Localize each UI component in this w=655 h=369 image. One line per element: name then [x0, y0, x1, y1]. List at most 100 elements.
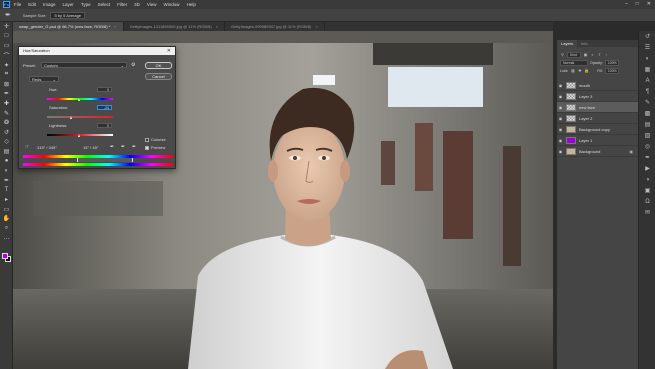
menu-window[interactable]: Window [164, 2, 180, 7]
glyphs-icon[interactable]: Ω [639, 196, 655, 207]
properties-icon[interactable]: ☰ [639, 42, 655, 53]
visibility-eye-icon[interactable]: ◉ [557, 138, 564, 143]
visibility-eye-icon[interactable]: ◉ [557, 127, 564, 132]
dialog-title-bar[interactable]: Hue/Saturation ✕ [19, 47, 175, 55]
marquee-icon[interactable]: ▭ [0, 41, 13, 51]
colorize-checkbox[interactable] [145, 138, 149, 142]
gradient-icon[interactable]: ▤ [0, 147, 13, 157]
visibility-eye-icon[interactable]: ◉ [557, 149, 564, 154]
navigator-icon[interactable]: ▣ [639, 185, 655, 196]
layer-row[interactable]: ◉ mouth [557, 80, 638, 91]
targeted-adjustment-icon[interactable]: ☞ [25, 144, 29, 150]
layer-thumbnail[interactable] [566, 114, 576, 122]
eyedropper-icon[interactable]: ✒ [110, 144, 114, 150]
cancel-button[interactable]: Cancel [145, 73, 172, 80]
eyedropper-icon[interactable]: ✒ [5, 11, 11, 19]
gradients-icon[interactable]: ▤ [639, 119, 655, 130]
quick-select-icon[interactable]: ✦ [0, 60, 13, 70]
lightness-slider-thumb[interactable] [78, 134, 81, 137]
layer-thumbnail[interactable] [566, 147, 576, 155]
close-icon[interactable]: ✕ [647, 1, 651, 7]
panel-tab-info[interactable]: Info [577, 40, 592, 47]
sample-size-select[interactable]: 5 by 5 Average [50, 11, 86, 19]
healing-icon[interactable]: ✚ [0, 99, 13, 109]
blur-icon[interactable]: ● [0, 156, 13, 166]
menu-view[interactable]: View [147, 2, 157, 7]
lock-position-icon[interactable]: ✚ [577, 68, 582, 73]
adjustment-filter-icon[interactable]: ◐ [590, 52, 595, 57]
brush-icon[interactable]: ✎ [0, 108, 13, 118]
close-icon[interactable]: ✕ [167, 47, 171, 55]
layer-thumbnail[interactable] [566, 125, 576, 133]
type-icon[interactable]: T [0, 185, 13, 195]
pen-icon[interactable]: ✒ [0, 176, 13, 186]
panel-tab-layers[interactable]: Layers [557, 40, 578, 47]
shape-filter-icon[interactable]: ▫ [604, 52, 609, 57]
swatches-icon[interactable]: ▩ [639, 108, 655, 119]
menu-layer[interactable]: Layer [63, 2, 74, 7]
frame-icon[interactable]: ⊠ [0, 80, 13, 90]
actions-icon[interactable]: ▶ [639, 163, 655, 174]
layer-row[interactable]: ◉ Layer 1 [557, 135, 638, 146]
layer-name[interactable]: Layer 3 [579, 94, 592, 99]
minimize-icon[interactable]: – [625, 1, 628, 7]
close-tab-icon[interactable]: × [114, 24, 116, 29]
more-icon[interactable]: … [0, 233, 13, 243]
lightness-value-field[interactable]: 0 [97, 123, 112, 128]
eyedropper-minus-icon[interactable]: ✒ [132, 144, 136, 150]
menu-filter[interactable]: Filter [117, 2, 127, 7]
lasso-icon[interactable]: ⌒ [0, 51, 13, 61]
character-icon[interactable]: A [639, 75, 655, 86]
menu-image[interactable]: Image [43, 2, 56, 7]
hue-value-field[interactable]: 0 [97, 87, 112, 92]
history-brush-icon[interactable]: ↺ [0, 128, 13, 138]
layer-row[interactable]: ◉ Layer 3 [557, 91, 638, 102]
channels-icon[interactable]: ◎ [639, 141, 655, 152]
layer-row[interactable]: ◉ Background ▣ [557, 146, 638, 157]
brushes-icon[interactable]: ✎ [639, 97, 655, 108]
pixel-filter-icon[interactable]: ▣ [583, 52, 588, 57]
history-icon[interactable]: ↺ [639, 31, 655, 42]
visibility-eye-icon[interactable]: ◉ [557, 116, 564, 121]
layer-row[interactable]: ◉ Background copy [557, 124, 638, 135]
menu-type[interactable]: Type [81, 2, 91, 7]
preset-options-icon[interactable]: ⚙ [131, 62, 135, 68]
saturation-slider-thumb[interactable] [70, 116, 73, 119]
layer-name[interactable]: Background [579, 149, 600, 154]
layer-name[interactable]: Layer 1 [579, 138, 592, 143]
document-tab[interactable]: GettyImages-999589347.jpg @ 11% (RGB/8) × [225, 22, 325, 31]
layer-name[interactable]: Layer 2 [579, 116, 592, 121]
visibility-eye-icon[interactable]: ◉ [557, 94, 564, 99]
layer-row[interactable]: ◉ new face [557, 102, 638, 113]
foreground-color-swatch[interactable] [2, 253, 8, 259]
menu-file[interactable]: File [14, 2, 21, 7]
libraries-icon[interactable]: ▦ [639, 64, 655, 75]
layer-thumbnail[interactable] [566, 103, 576, 111]
layer-name[interactable]: new face [579, 105, 595, 110]
hue-slider-thumb[interactable] [78, 98, 81, 101]
preview-checkbox[interactable] [145, 146, 149, 150]
layer-thumbnail[interactable] [566, 81, 576, 89]
menu-select[interactable]: Select [98, 2, 111, 7]
eyedropper-plus-icon[interactable]: ✒ [121, 144, 125, 150]
saturation-value-field[interactable]: -24 [97, 105, 112, 110]
document-tab[interactable]: swap_gender_G.psd @ 66.7% (new face, RGB… [13, 22, 124, 31]
path-select-icon[interactable]: ▸ [0, 195, 13, 205]
color-icon[interactable]: ◑ [639, 174, 655, 185]
layer-row[interactable]: ◉ Layer 2 [557, 113, 638, 124]
crop-icon[interactable]: ⌗ [0, 70, 13, 80]
channel-select[interactable]: Reds ⌄ [29, 76, 59, 82]
visibility-eye-icon[interactable]: ◉ [557, 105, 564, 110]
move-icon[interactable]: ✛ [0, 22, 13, 32]
hand-icon[interactable]: ✋ [0, 214, 13, 224]
preset-select[interactable]: Custom ⌄ [41, 62, 127, 68]
kind-filter-select[interactable]: Kind [567, 51, 581, 58]
menu-edit[interactable]: Edit [28, 2, 36, 7]
paths-icon[interactable]: ✒ [639, 152, 655, 163]
layer-name[interactable]: Background copy [579, 127, 610, 132]
eyedropper-icon[interactable]: ✒ [0, 89, 13, 99]
close-tab-icon[interactable]: × [315, 24, 317, 29]
saturation-slider-track[interactable] [47, 116, 113, 118]
eraser-icon[interactable]: ◇ [0, 137, 13, 147]
opacity-field[interactable]: 100% [604, 59, 619, 66]
